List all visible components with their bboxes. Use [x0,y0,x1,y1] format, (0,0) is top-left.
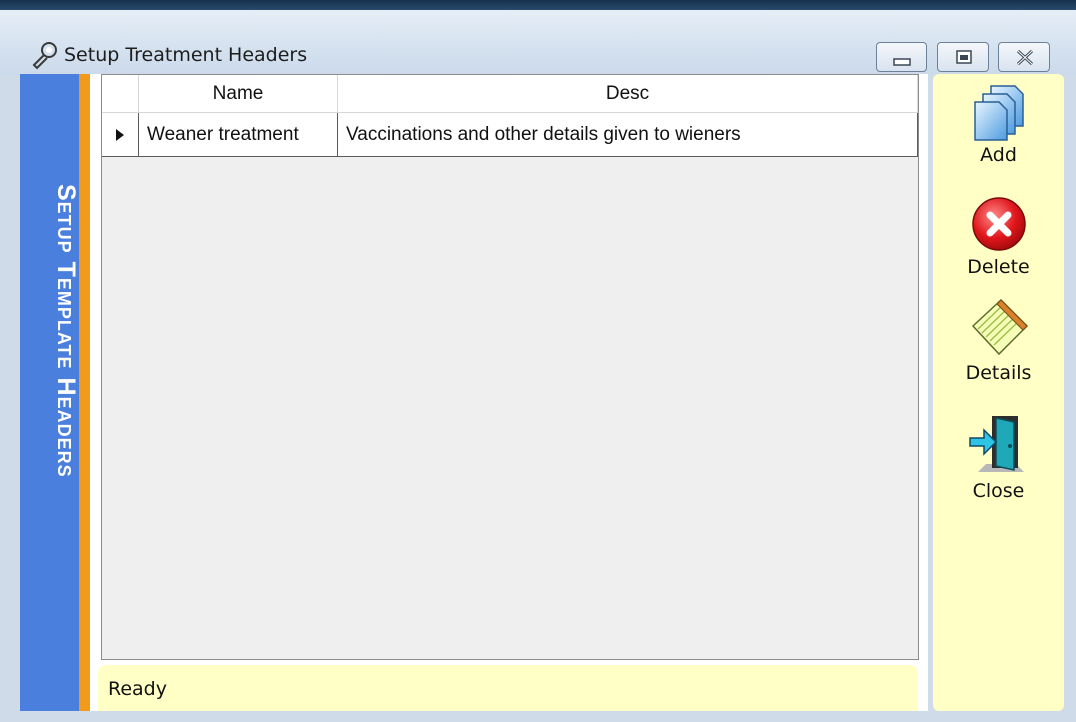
headers-grid[interactable]: Name Desc Weaner treatment Vaccinations … [101,74,919,660]
close-label: Close [972,480,1025,502]
cell-desc[interactable]: Vaccinations and other details given to … [338,113,918,156]
current-row-arrow-icon [116,128,124,141]
delete-x-icon [971,197,1026,251]
minimize-button[interactable] [876,42,927,72]
cell-name[interactable]: Weaner treatment [139,113,338,156]
maximize-icon [956,50,972,64]
add-button[interactable]: Add [933,82,1064,166]
setup-treatment-headers-window: Setup Treatment Headers Setup Template H… [0,0,1076,722]
close-window-button[interactable] [998,42,1050,72]
column-header-name[interactable]: Name [139,75,338,113]
grid-header: Name Desc [102,75,918,113]
status-text: Ready [108,678,167,700]
top-edge [0,0,1076,10]
minimize-icon [893,58,911,66]
add-label: Add [980,144,1017,166]
details-label: Details [965,362,1032,384]
title-bar[interactable]: Setup Treatment Headers [0,10,1076,76]
delete-button[interactable]: Delete [933,194,1064,278]
add-documents-icon [973,85,1024,141]
row-selector-header [102,75,139,113]
content-area: Name Desc Weaner treatment Vaccinations … [90,74,928,711]
close-icon [1016,49,1034,66]
status-bar: Ready [98,665,918,711]
delete-label: Delete [967,256,1030,278]
window-title: Setup Treatment Headers [64,44,308,66]
banner-title: Setup Template Headers [52,184,80,478]
maximize-button[interactable] [937,42,989,72]
column-header-desc[interactable]: Desc [338,75,918,113]
details-button[interactable]: Details [933,296,1064,384]
accent-stripe [79,74,90,711]
row-selector[interactable] [102,113,139,156]
exit-door-icon [968,416,1024,472]
close-button[interactable]: Close [933,412,1064,502]
action-toolbar: Add Delete Details Close [933,74,1064,711]
notepad-icon [971,298,1028,356]
wrench-icon [32,42,57,70]
side-banner: Setup Template Headers [20,74,80,711]
table-row[interactable]: Weaner treatment Vaccinations and other … [102,113,918,157]
